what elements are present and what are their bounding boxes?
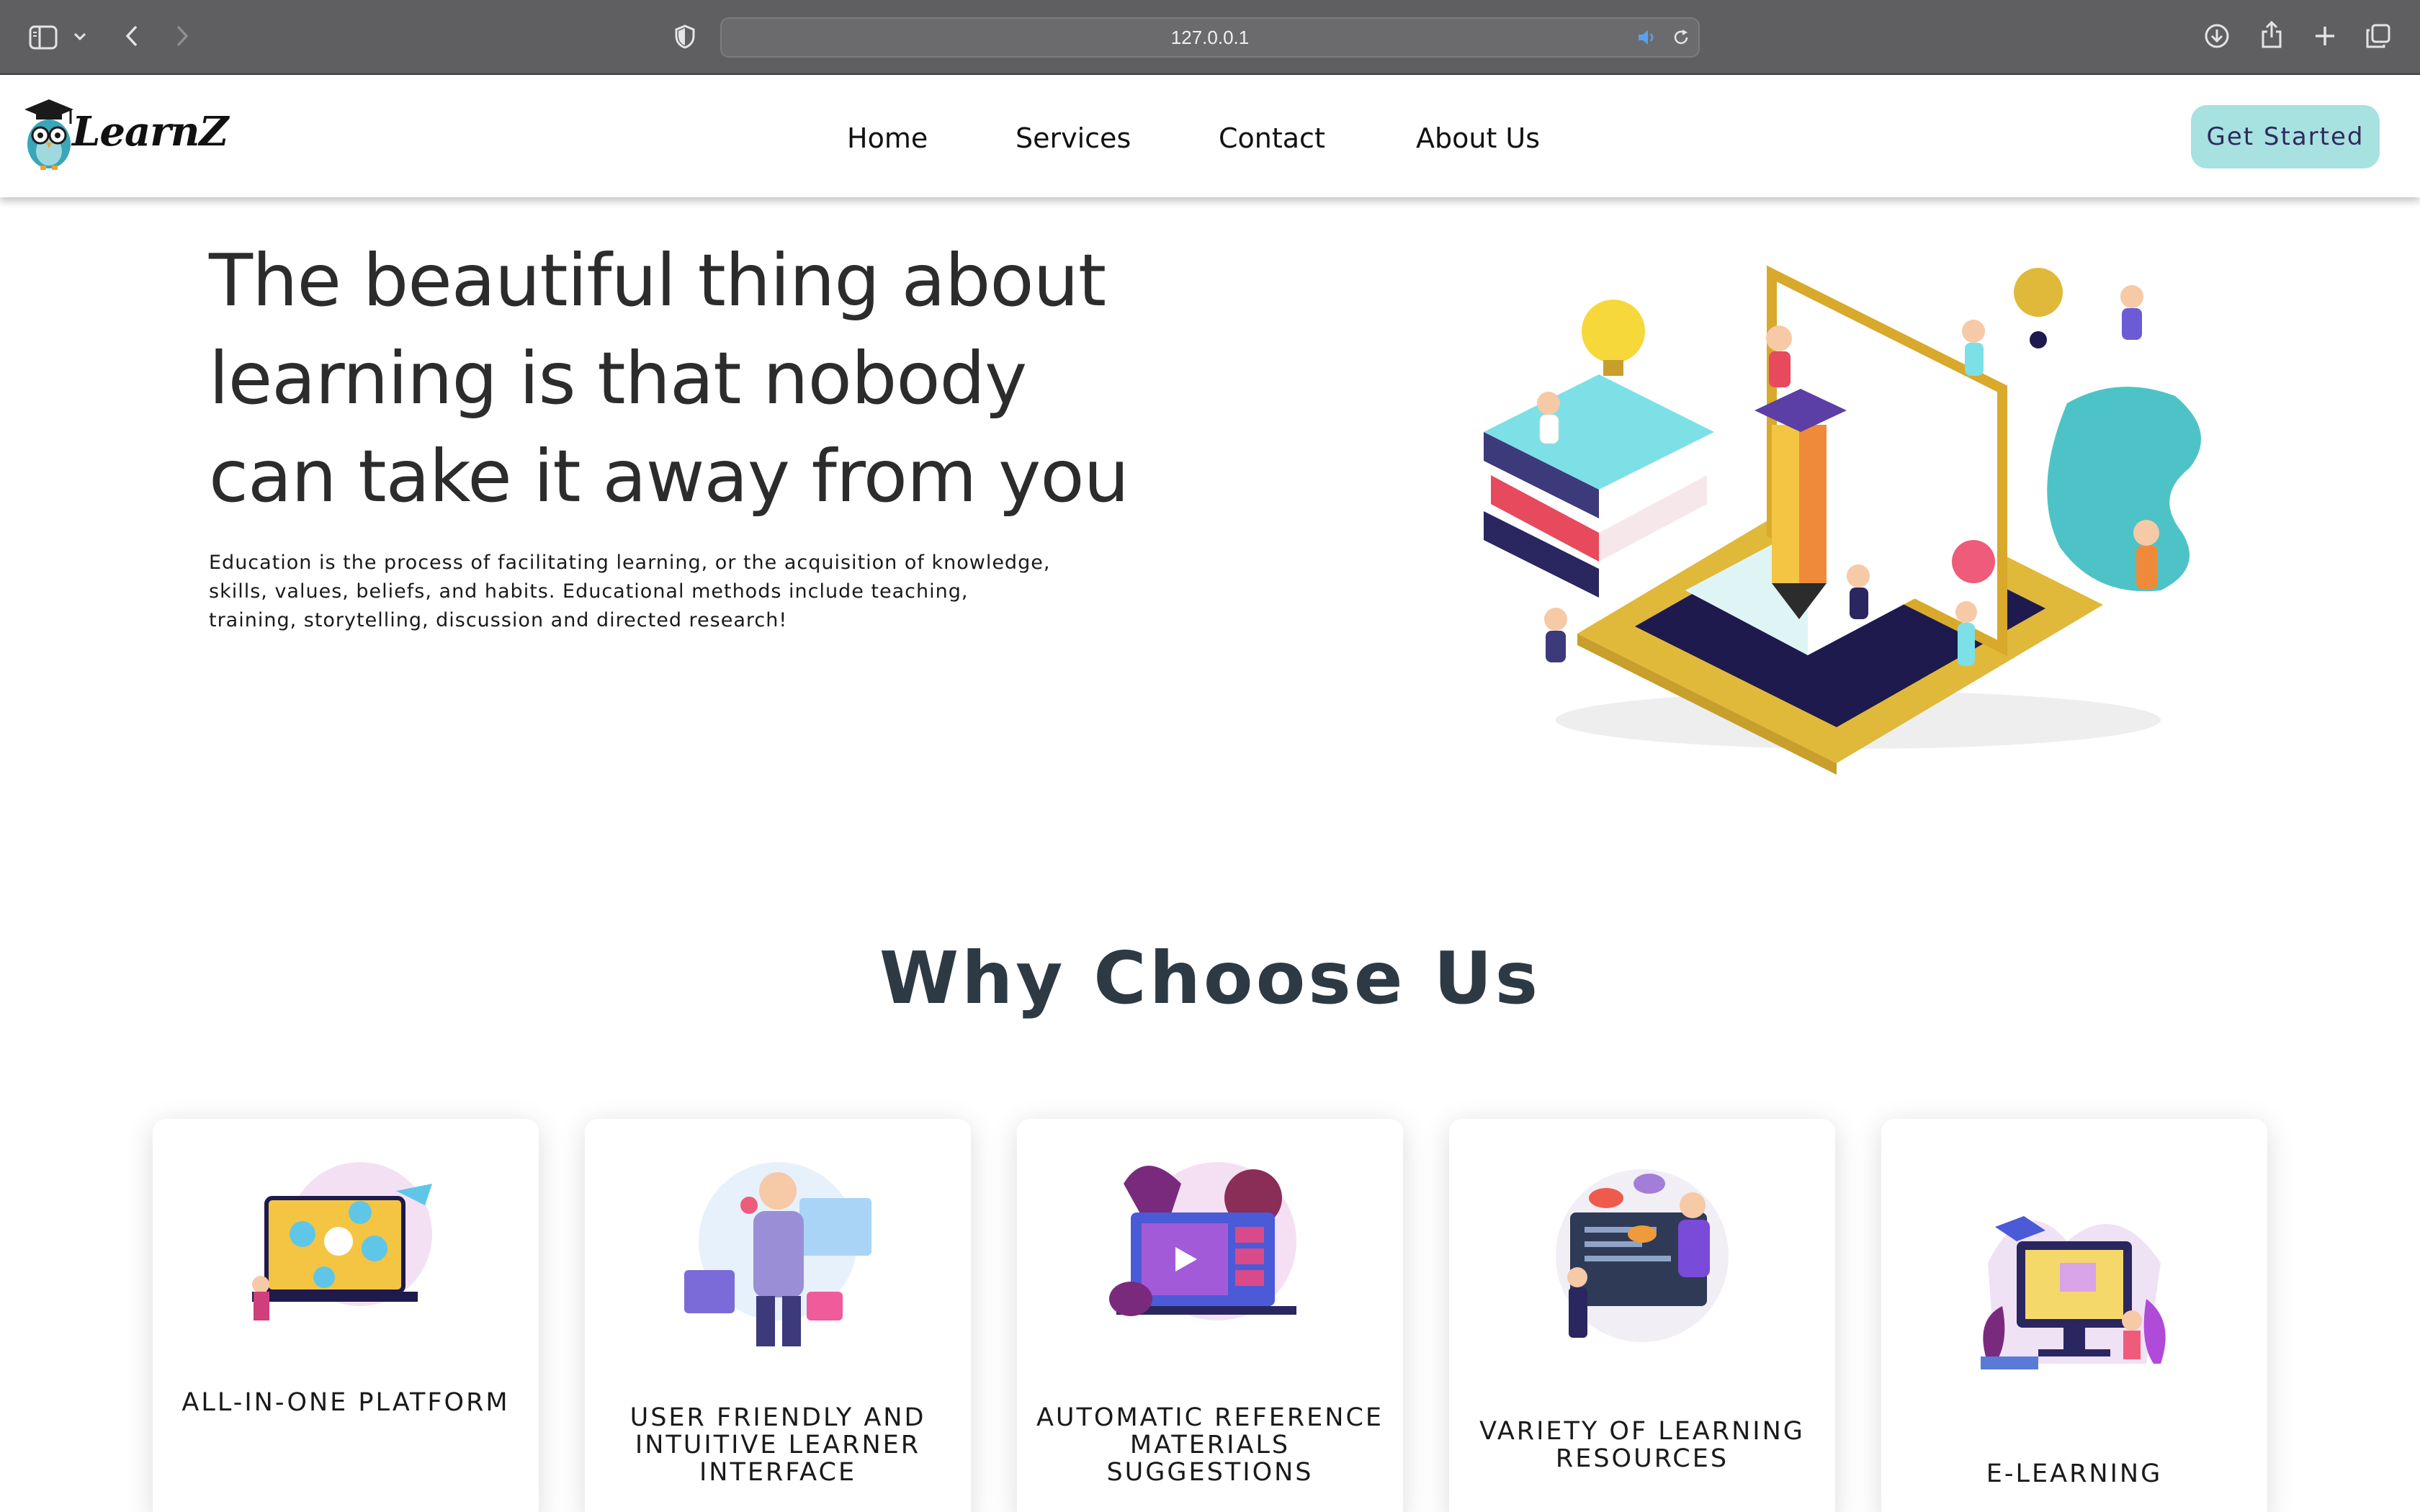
- hero-title-line: can take it away from you: [209, 434, 1129, 518]
- browser-toolbar: 127.0.0.1: [0, 0, 2420, 75]
- hero-title-line: learning is that nobody: [209, 336, 1027, 420]
- new-tab-icon[interactable]: [2311, 22, 2339, 50]
- hero-description: Education is the process of facilitating…: [209, 552, 1051, 631]
- nav-contact[interactable]: Contact: [1219, 117, 1325, 160]
- main-nav: Home Services Contact About Us: [0, 117, 2420, 160]
- share-icon[interactable]: [2257, 19, 2286, 50]
- forward-icon[interactable]: [170, 22, 194, 50]
- feature-card-label: AUTOMATIC REFERENCE MATERIALS SUGGESTION…: [1036, 1403, 1384, 1487]
- tabs-overview-icon[interactable]: [2364, 22, 2393, 50]
- sidebar-icon[interactable]: [27, 23, 59, 52]
- feature-card-user-friendly[interactable]: USER FRIENDLY AND INTUITIVE LEARNER INTE…: [585, 1119, 971, 1512]
- get-started-button[interactable]: Get Started: [2191, 105, 2380, 168]
- feature-card-all-in-one[interactable]: ALL-IN-ONE PLATFORM: [153, 1119, 539, 1512]
- reload-icon[interactable]: [1671, 27, 1691, 48]
- feature-card-label: USER FRIENDLY AND INTUITIVE LEARNER INTE…: [629, 1403, 926, 1487]
- video-laptop-illustration: [1102, 1155, 1318, 1342]
- nav-services[interactable]: Services: [1016, 117, 1131, 160]
- chevron-down-icon[interactable]: [72, 29, 88, 45]
- hero-title-line: The beautiful thing about: [209, 238, 1106, 323]
- feature-card-label: E-LEARNING: [1986, 1459, 2163, 1488]
- privacy-shield-icon[interactable]: [673, 22, 697, 52]
- feature-card-learning-resources[interactable]: VARIETY OF LEARNING RESOURCES: [1449, 1119, 1835, 1512]
- audio-icon[interactable]: [1636, 27, 1658, 48]
- download-icon[interactable]: [2202, 22, 2231, 50]
- site-header: LearnZ Home Services Contact About Us Ge…: [0, 75, 2420, 197]
- hero-title: The beautiful thing about learning is th…: [209, 232, 1145, 526]
- nav-about-us[interactable]: About Us: [1416, 117, 1540, 160]
- e-learning-monitor-illustration: [1966, 1176, 2182, 1369]
- why-choose-us-title: Why Choose Us: [879, 936, 1541, 1020]
- hero-illustration: [1469, 259, 2247, 778]
- developers-illustration: [1534, 1155, 1750, 1342]
- coding-laptop-illustration: [238, 1155, 454, 1342]
- feature-card-e-learning[interactable]: E-LEARNING: [1881, 1119, 2267, 1512]
- back-icon[interactable]: [120, 22, 144, 50]
- url-text: 127.0.0.1: [1170, 27, 1250, 48]
- feature-card-label: VARIETY OF LEARNING RESOURCES: [1479, 1417, 1805, 1473]
- designer-illustration: [670, 1155, 886, 1346]
- address-bar[interactable]: 127.0.0.1: [720, 17, 1700, 58]
- feature-card-label: ALL-IN-ONE PLATFORM: [182, 1388, 510, 1417]
- nav-home[interactable]: Home: [847, 117, 928, 160]
- feature-card-reference-materials[interactable]: AUTOMATIC REFERENCE MATERIALS SUGGESTION…: [1017, 1119, 1403, 1512]
